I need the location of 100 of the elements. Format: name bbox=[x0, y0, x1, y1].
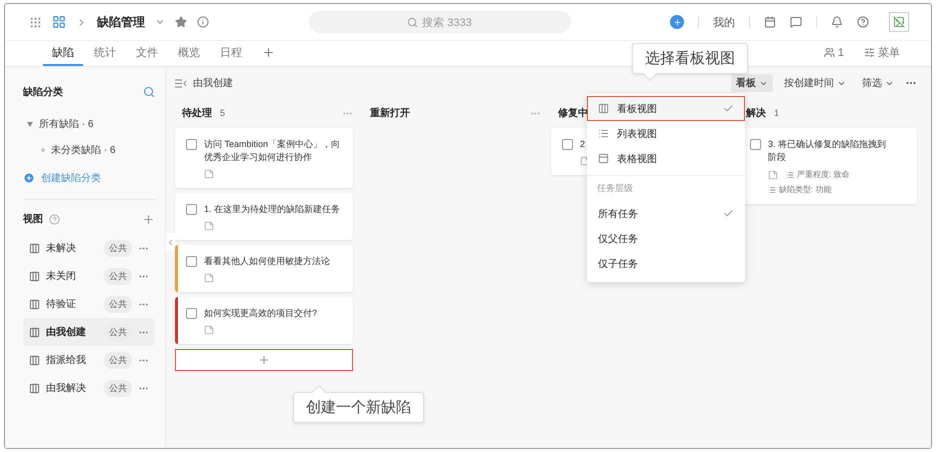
task-title: 2 bbox=[580, 138, 586, 151]
tab[interactable]: 概览 bbox=[169, 41, 209, 66]
view-label: 待验证 bbox=[46, 298, 76, 311]
info-icon[interactable] bbox=[197, 16, 209, 28]
tab[interactable]: 统计 bbox=[85, 41, 125, 66]
view-item[interactable]: 未关闭 公共 bbox=[23, 262, 155, 290]
public-tag: 公共 bbox=[104, 380, 132, 396]
plus-icon bbox=[262, 46, 275, 59]
calendar-icon[interactable] bbox=[764, 16, 776, 28]
task-title: 如何实现更高效的项目交付? bbox=[204, 307, 318, 320]
note-icon bbox=[204, 325, 214, 335]
search-icon[interactable] bbox=[143, 86, 155, 98]
checkbox[interactable] bbox=[186, 139, 197, 150]
tree-item[interactable]: 所有缺陷 · 6 bbox=[23, 111, 155, 137]
table-icon bbox=[598, 153, 609, 164]
star-icon[interactable] bbox=[175, 16, 187, 28]
note-icon bbox=[204, 221, 214, 231]
menu-item[interactable]: 看板视图 bbox=[587, 96, 745, 121]
add-card-button[interactable] bbox=[175, 349, 353, 371]
task-title-line: 3. 将已确认修复的缺陷拖拽到 bbox=[768, 138, 888, 151]
dropdown-button[interactable]: 按创建时间 bbox=[779, 74, 851, 92]
menu-item[interactable]: 仅父任务 bbox=[587, 226, 745, 251]
checkbox[interactable] bbox=[562, 139, 573, 150]
checkbox[interactable] bbox=[186, 308, 197, 319]
avatar[interactable] bbox=[889, 12, 909, 32]
list-icon bbox=[786, 170, 794, 178]
bell-icon[interactable] bbox=[831, 16, 843, 28]
board-icon bbox=[29, 326, 40, 338]
column-title: 修复中 bbox=[558, 106, 588, 120]
app-icon[interactable] bbox=[52, 15, 66, 29]
section-title: 缺陷分类 bbox=[23, 86, 63, 99]
mine-link[interactable]: 我的 bbox=[713, 14, 735, 30]
note-icon bbox=[768, 170, 778, 180]
note-icon bbox=[204, 169, 214, 179]
section-title: 视图 bbox=[23, 212, 43, 226]
menu-item[interactable]: 列表视图 bbox=[587, 121, 745, 146]
board-icon bbox=[598, 103, 609, 114]
note-icon bbox=[204, 273, 214, 283]
collapse-icon[interactable] bbox=[175, 78, 187, 88]
task-card[interactable]: 如何实现更高效的项目交付? bbox=[175, 297, 353, 344]
view-item[interactable]: 指派给我 公共 bbox=[23, 346, 155, 374]
checkbox[interactable] bbox=[750, 139, 761, 150]
column-title: 解决 bbox=[746, 106, 766, 120]
task-field: 严重程度: 致命 bbox=[786, 169, 850, 180]
people-icon bbox=[824, 47, 835, 58]
public-tag: 公共 bbox=[104, 268, 132, 284]
view-item[interactable]: 未解决 公共 bbox=[23, 234, 155, 262]
task-field: 缺陷类型: 功能 bbox=[768, 184, 832, 195]
dropdown-button[interactable]: 筛选 bbox=[857, 74, 899, 92]
list-icon bbox=[768, 186, 776, 194]
public-tag: 公共 bbox=[104, 352, 132, 368]
view-item[interactable]: 由我创建 公共 bbox=[23, 318, 155, 346]
tab[interactable]: 文件 bbox=[127, 41, 167, 66]
checkbox[interactable] bbox=[186, 256, 197, 267]
view-title: 由我创建 bbox=[193, 76, 233, 90]
apps-icon[interactable] bbox=[29, 16, 42, 28]
broken-image-icon bbox=[893, 16, 905, 28]
task-title: 看看其他人如何使用敏捷方法论 bbox=[204, 255, 330, 268]
task-card[interactable]: 访问 Teambition「案例中心」，向优秀企业学习如何进行协作 bbox=[175, 128, 353, 188]
view-label: 由我创建 bbox=[46, 326, 86, 339]
dropdown-button[interactable]: 看板 bbox=[731, 74, 773, 92]
board-icon bbox=[29, 298, 40, 310]
public-tag: 公共 bbox=[104, 240, 132, 256]
view-label: 由我解决 bbox=[46, 382, 86, 395]
chat-icon[interactable] bbox=[790, 16, 802, 28]
help-icon[interactable] bbox=[49, 214, 60, 224]
collapse-handle[interactable] bbox=[166, 233, 175, 251]
task-title: 1. 在这里为待处理的缺陷新建任务 bbox=[204, 203, 340, 216]
task-card[interactable]: 1. 在这里为待处理的缺陷新建任务 bbox=[175, 193, 353, 240]
menu-item[interactable]: 表格视图 bbox=[587, 146, 745, 171]
board-icon bbox=[29, 382, 40, 394]
help-icon[interactable] bbox=[857, 16, 869, 28]
menu-button[interactable]: 菜单 bbox=[854, 41, 909, 66]
members-button[interactable]: 1 bbox=[814, 41, 853, 66]
board-icon bbox=[29, 270, 40, 282]
view-label: 未关闭 bbox=[46, 270, 76, 283]
task-card[interactable]: 看看其他人如何使用敏捷方法论 bbox=[175, 245, 353, 292]
view-label: 未解决 bbox=[46, 242, 76, 255]
plus-circle-icon bbox=[23, 172, 35, 184]
view-item[interactable]: 待验证 公共 bbox=[23, 290, 155, 318]
dot-icon bbox=[41, 148, 45, 152]
tree-item[interactable]: 未分类缺陷 · 6 bbox=[23, 137, 155, 163]
menu-item[interactable]: 仅子任务 bbox=[587, 251, 745, 276]
project-title[interactable]: 缺陷管理 bbox=[97, 14, 145, 30]
menu-item[interactable]: 所有任务 bbox=[587, 201, 745, 226]
plus-icon bbox=[258, 354, 270, 366]
sliders-icon bbox=[864, 47, 875, 58]
task-title-line: 阶段 bbox=[768, 151, 787, 164]
board-icon bbox=[29, 242, 40, 254]
search-icon bbox=[407, 16, 418, 28]
tab[interactable]: 日程 bbox=[211, 41, 251, 66]
add-button[interactable] bbox=[670, 15, 684, 29]
column-count: 1 bbox=[774, 108, 780, 118]
public-tag: 公共 bbox=[104, 296, 132, 312]
column-count: 5 bbox=[220, 108, 226, 118]
view-item[interactable]: 由我解决 公共 bbox=[23, 374, 155, 402]
checkbox[interactable] bbox=[186, 204, 197, 215]
column-title: 重新打开 bbox=[370, 106, 410, 120]
add-view-button[interactable] bbox=[142, 212, 155, 226]
board-icon bbox=[29, 354, 40, 366]
